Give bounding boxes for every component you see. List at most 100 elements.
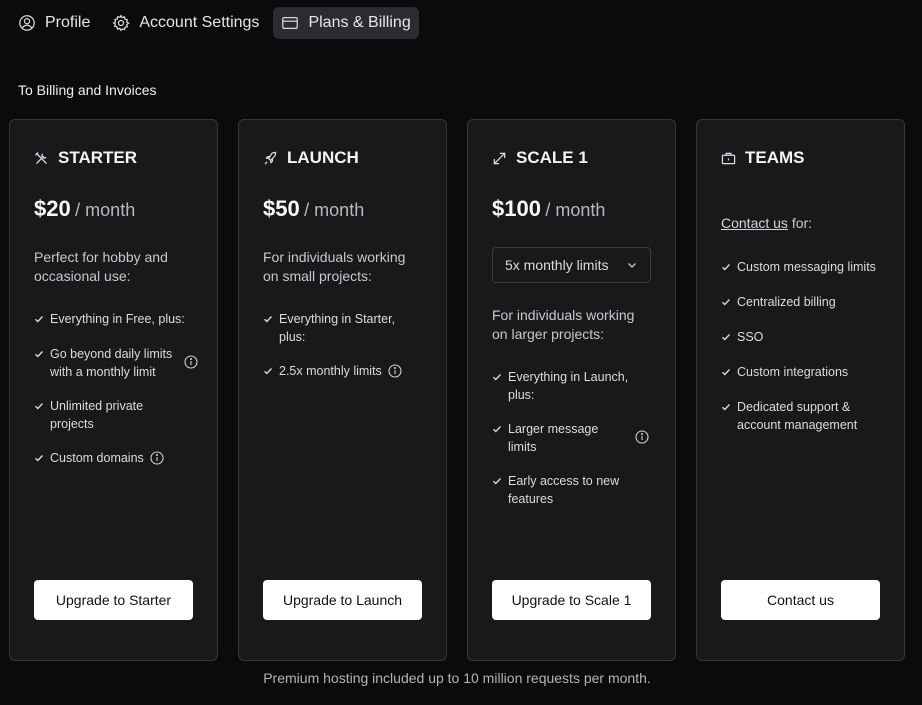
plan-title: LAUNCH [263, 148, 359, 168]
check-icon [34, 397, 50, 416]
rocket-icon [264, 151, 277, 165]
check-icon [34, 449, 50, 468]
feature-item: Everything in Starter, plus: [263, 310, 433, 346]
plan-price: $20 / month [34, 196, 135, 222]
price-amount: $50 [263, 196, 300, 221]
feature-item: Unlimited private projects [34, 397, 204, 433]
plan-price: $50 / month [263, 196, 364, 222]
check-icon [721, 328, 737, 347]
hosting-footnote: Premium hosting included up to 10 millio… [263, 670, 651, 686]
feature-item: Everything in Launch, plus: [492, 368, 662, 404]
feature-item: Custom domains [34, 449, 204, 468]
plan-title: TEAMS [721, 148, 805, 168]
feature-text: Centralized billing [737, 295, 836, 309]
feature-text: SSO [737, 330, 764, 344]
contact-suffix: for: [787, 215, 813, 231]
credit-card-icon [282, 16, 299, 30]
plan-name: STARTER [58, 148, 138, 167]
feature-text: Custom domains [50, 451, 144, 465]
chevron-down-icon [628, 263, 636, 268]
feature-text: Dedicated support & account management [737, 400, 858, 432]
feature-text: Custom messaging limits [737, 260, 876, 274]
check-icon [492, 420, 508, 439]
feature-text: Early access to new features [508, 474, 620, 506]
feature-text: Everything in Launch, plus: [508, 370, 629, 402]
select-value: 5x monthly limits [505, 257, 609, 273]
plan-card-launch: LAUNCH $50 / month For individuals worki… [238, 119, 447, 661]
settings-tabs: Profile Account Settings Plans & Billing [10, 7, 419, 39]
info-icon[interactable] [388, 364, 402, 378]
check-icon [721, 293, 737, 312]
plan-card-teams: TEAMS Contact us for: Custom messaging l… [696, 119, 905, 661]
feature-text: Go beyond daily limits with a monthly li… [50, 347, 173, 379]
plan-name: SCALE 1 [516, 148, 588, 167]
price-period: / month [545, 200, 606, 220]
check-icon [263, 362, 279, 381]
check-icon [34, 345, 50, 364]
feature-item: Everything in Free, plus: [34, 310, 204, 329]
billing-invoices-link[interactable]: To Billing and Invoices [18, 82, 157, 98]
price-period: / month [304, 200, 365, 220]
check-icon [492, 472, 508, 491]
feature-item: 2.5x monthly limits [263, 362, 433, 381]
gear-icon [112, 14, 131, 32]
feature-item: Larger message limits [492, 420, 662, 456]
check-icon [721, 398, 737, 417]
contact-us-button[interactable]: Contact us [721, 580, 880, 620]
plan-description: For individuals working on small project… [263, 249, 406, 284]
tab-label: Profile [45, 14, 91, 31]
upgrade-starter-button[interactable]: Upgrade to Starter [34, 580, 193, 620]
feature-text: Custom integrations [737, 365, 849, 379]
briefcase-icon [721, 152, 736, 164]
feature-item: Custom integrations [721, 363, 896, 382]
check-icon [721, 363, 737, 382]
tab-label: Account Settings [139, 14, 260, 31]
feature-text: 2.5x monthly limits [279, 364, 382, 378]
tab-label: Plans & Billing [308, 14, 411, 31]
plan-title: SCALE 1 [492, 148, 588, 168]
check-icon [263, 310, 279, 329]
info-icon[interactable] [150, 451, 164, 465]
feature-item: Dedicated support & account management [721, 398, 896, 434]
feature-item: SSO [721, 328, 896, 347]
info-icon[interactable] [184, 355, 198, 369]
feature-list: Custom messaging limits Centralized bill… [721, 258, 896, 450]
expand-arrows-icon [493, 152, 506, 164]
plan-name: LAUNCH [287, 148, 359, 167]
tools-icon [35, 151, 47, 164]
plan-price: $100 / month [492, 196, 605, 222]
check-icon [34, 310, 50, 329]
tab-account-settings[interactable]: Account Settings [104, 7, 267, 39]
feature-text: Unlimited private projects [50, 399, 144, 431]
feature-item: Early access to new features [492, 472, 662, 508]
check-icon [492, 368, 508, 387]
tab-plans-billing[interactable]: Plans & Billing [273, 7, 419, 39]
plan-description: Perfect for hobby and occasional use: [34, 249, 168, 284]
upgrade-scale-button[interactable]: Upgrade to Scale 1 [492, 580, 651, 620]
contact-line: Contact us for: [721, 215, 812, 231]
plan-title: STARTER [34, 148, 137, 168]
feature-item: Centralized billing [721, 293, 896, 312]
feature-list: Everything in Starter, plus: 2.5x monthl… [263, 310, 433, 397]
feature-text: Everything in Starter, plus: [279, 312, 396, 344]
feature-text: Everything in Free, plus: [50, 312, 185, 326]
limits-select[interactable]: 5x monthly limits [492, 247, 651, 283]
price-period: / month [75, 200, 136, 220]
tab-profile[interactable]: Profile [10, 7, 98, 39]
feature-list: Everything in Launch, plus: Larger messa… [492, 368, 662, 524]
price-amount: $100 [492, 196, 541, 221]
price-amount: $20 [34, 196, 71, 221]
plan-description: For individuals working on larger projec… [492, 307, 635, 342]
user-circle-icon [19, 15, 35, 31]
plan-name: TEAMS [745, 148, 805, 167]
feature-text: Larger message limits [508, 422, 599, 454]
feature-item: Go beyond daily limits with a monthly li… [34, 345, 204, 381]
info-icon[interactable] [635, 430, 649, 444]
check-icon [721, 258, 737, 277]
plan-card-starter: STARTER $20 / month Perfect for hobby an… [9, 119, 218, 661]
contact-us-link[interactable]: Contact us [721, 215, 788, 231]
feature-list: Everything in Free, plus: Go beyond dail… [34, 310, 204, 484]
plan-card-scale: SCALE 1 $100 / month 5x monthly limits F… [467, 119, 676, 661]
upgrade-launch-button[interactable]: Upgrade to Launch [263, 580, 422, 620]
feature-item: Custom messaging limits [721, 258, 896, 277]
